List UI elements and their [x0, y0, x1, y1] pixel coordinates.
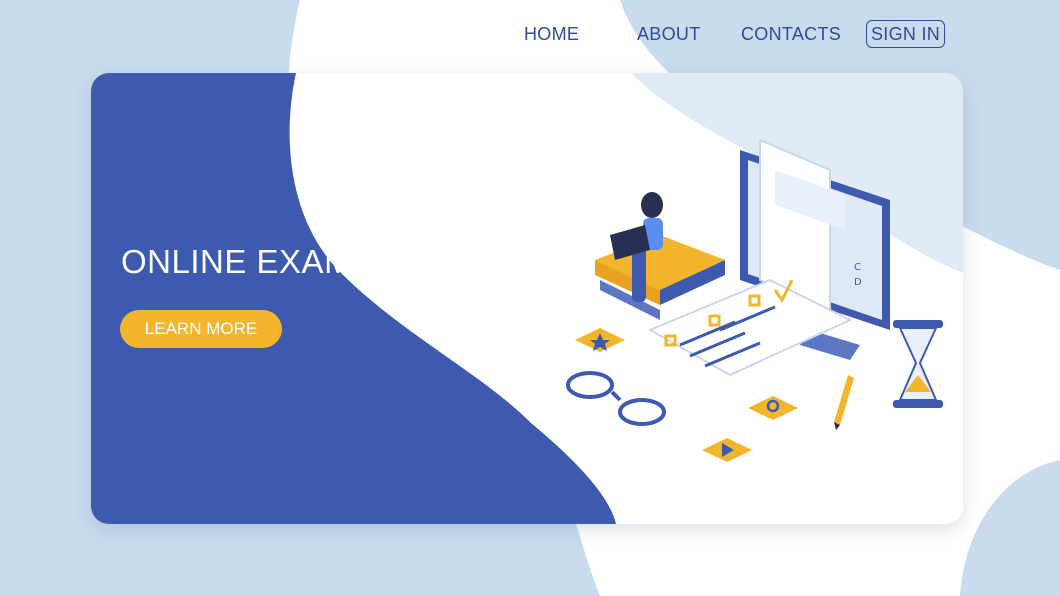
star-tile-icon	[575, 328, 625, 352]
play-tile-icon	[702, 438, 752, 462]
nav-home-link[interactable]: HOME	[524, 22, 579, 46]
sign-in-button[interactable]: SIGN IN	[866, 20, 946, 48]
glasses-icon	[566, 371, 666, 426]
hero-title: ONLINE EXAM	[121, 243, 353, 280]
answer-letter-d: D	[854, 277, 862, 288]
top-navigation: HOME ABOUT CONTACTS SIGN IN	[0, 20, 1060, 48]
hourglass-icon	[893, 320, 943, 408]
online-exam-illustration: C D	[566, 138, 943, 462]
pencil-icon	[834, 375, 854, 430]
search-tile-icon	[748, 396, 798, 420]
answer-letter-c: C	[854, 262, 861, 273]
nav-contacts-link[interactable]: CONTACTS	[741, 22, 841, 46]
nav-about-link[interactable]: ABOUT	[637, 22, 701, 46]
learn-more-button[interactable]: LEARN MORE	[120, 310, 282, 348]
